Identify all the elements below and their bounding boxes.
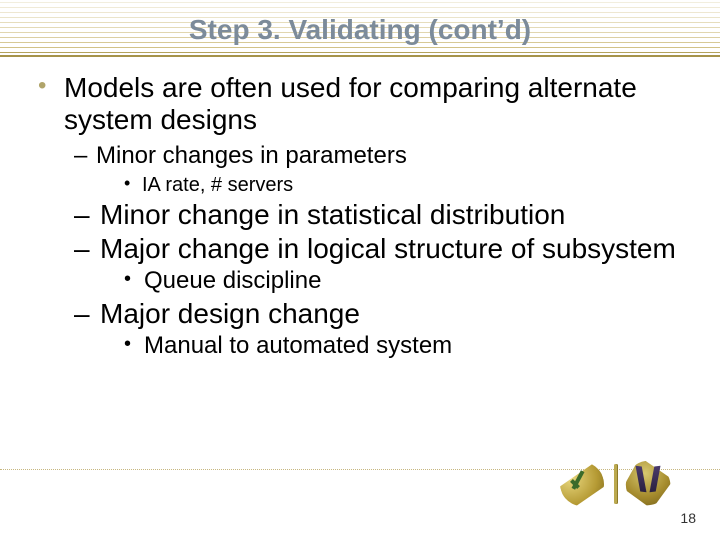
logo-group [560, 460, 670, 508]
logo-v-icon [626, 462, 670, 506]
bullet-sub-c: Major change in logical structure of sub… [74, 233, 684, 265]
bullet-sub-a: Minor changes in parameters [74, 142, 684, 170]
bullet-sub-a-1: IA rate, # servers [124, 173, 684, 197]
logo-check-icon [560, 462, 604, 506]
bullet-sub-d-1: Manual to automated system [124, 332, 684, 361]
logo-divider [610, 462, 620, 506]
slide-title: Step 3. Validating (cont’d) [0, 14, 720, 46]
bullet-main: Models are often used for comparing alte… [36, 72, 684, 136]
bullet-sub-b: Minor change in statistical distribution [74, 199, 684, 231]
page-number: 18 [680, 510, 696, 526]
slide: Step 3. Validating (cont’d) Models are o… [0, 0, 720, 540]
slide-body: Models are often used for comparing alte… [36, 72, 684, 363]
bullet-sub-c-1: Queue discipline [124, 267, 684, 296]
bullet-sub-d: Major design change [74, 298, 684, 330]
